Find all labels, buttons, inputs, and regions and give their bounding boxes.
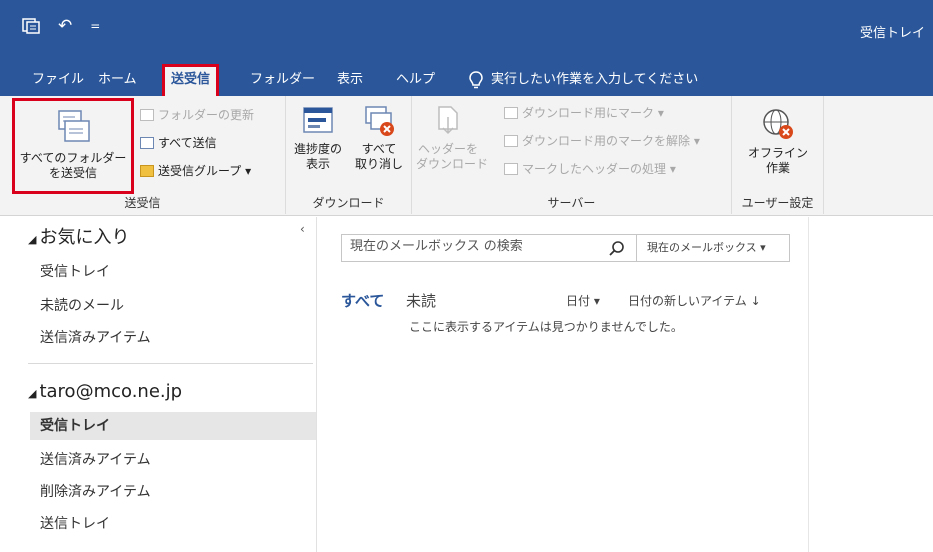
account-item-outbox[interactable]: 送信トレイ [40, 513, 110, 533]
folder-pane: ‹ ◢ お気に入り 受信トレイ 未読のメール 送信済みアイテム ◢ taro@mco… [0, 217, 317, 552]
work-offline-line2: 作業 [765, 161, 790, 175]
group-send-receive: すべてのフォルダー を送受信 フォルダーの更新 すべて送信 送受信グループ ▾ … [0, 96, 286, 214]
group-label-send-receive: 送受信 [124, 196, 161, 210]
ribbon-tabs: ファイル ホーム 送受信 フォルダー 表示 ヘルプ 実行したい作業を入力してくだ… [0, 62, 933, 96]
show-progress-line1: 進捗度の [293, 142, 342, 156]
nav-divider [28, 363, 313, 364]
group-server: ヘッダーを ダウンロード ダウンロード用にマーク ▾ ダウンロード用のマークを解… [412, 96, 732, 214]
unmark-to-download-button[interactable]: ダウンロード用のマークを解除 ▾ [504, 132, 700, 149]
cancel-all-line1: すべて [361, 142, 397, 156]
title-bar: ↶ = 受信トレイ [0, 0, 933, 62]
process-marked-headers-button[interactable]: マークしたヘッダーの処理 ▾ [504, 160, 676, 177]
tab-home[interactable]: ホーム [98, 68, 137, 94]
expand-triangle-icon: ◢ [28, 387, 37, 400]
tab-view[interactable]: 表示 [337, 68, 363, 94]
search-input[interactable] [350, 239, 600, 254]
group-label-download: ダウンロード [312, 196, 385, 210]
group-label-server: サーバー [547, 196, 596, 210]
download-headers-icon [438, 106, 458, 135]
mark-to-download-label: ダウンロード用にマーク ▾ [522, 106, 664, 120]
send-all-icon [140, 136, 154, 149]
tab-help[interactable]: ヘルプ [396, 68, 435, 94]
expand-triangle-icon: ◢ [28, 233, 37, 246]
search-box: 現在のメールボックス ▾ [341, 234, 790, 262]
window-title: 受信トレイ [859, 26, 925, 41]
cancel-all-icon [365, 106, 394, 136]
reading-pane-divider [808, 217, 809, 552]
send-receive-groups-label: 送受信グループ ▾ [158, 164, 252, 178]
download-headers-button[interactable]: ヘッダーを ダウンロード [416, 104, 489, 172]
favorites-item-inbox[interactable]: 受信トレイ [40, 261, 110, 281]
process-marked-icon [504, 162, 518, 175]
group-download: 進捗度の 表示 すべて 取り消し ダウンロード [286, 96, 412, 214]
favorites-header-label: お気に入り [39, 227, 130, 248]
account-item-deleted[interactable]: 削除済みアイテム [40, 481, 151, 501]
account-header-label: taro@mco.ne.jp [39, 381, 183, 402]
send-all-label: すべて送信 [158, 136, 217, 150]
folder-groups-icon [140, 164, 154, 177]
send-receive-all-line1: すべてのフォルダー [19, 151, 127, 165]
search-icon[interactable] [608, 240, 626, 258]
tab-file[interactable]: ファイル [32, 68, 84, 94]
globe-offline-icon [763, 109, 793, 139]
account-header[interactable]: ◢ taro@mco.ne.jp [28, 381, 182, 402]
send-receive-groups-button[interactable]: 送受信グループ ▾ [140, 162, 251, 179]
work-offline-button[interactable]: オフライン 作業 [740, 106, 816, 176]
ribbon: すべてのフォルダー を送受信 フォルダーの更新 すべて送信 送受信グループ ▾ … [0, 96, 933, 216]
mark-to-download-button[interactable]: ダウンロード用にマーク ▾ [504, 104, 664, 121]
send-all-button[interactable]: すべて送信 [140, 134, 217, 151]
tab-folder[interactable]: フォルダー [250, 68, 315, 94]
refresh-icon [140, 108, 154, 121]
group-preferences: オフライン 作業 ユーザー設定 [732, 96, 824, 214]
filter-unread[interactable]: 未読 [406, 290, 436, 311]
download-headers-line2: ダウンロード [416, 157, 489, 171]
group-label-preferences: ユーザー設定 [741, 196, 814, 210]
undo-icon[interactable]: ↶ [58, 16, 72, 36]
work-offline-line1: オフライン [747, 146, 808, 160]
download-headers-line1: ヘッダーを [417, 142, 478, 156]
unmark-download-icon [504, 134, 518, 147]
sort-order-toggle[interactable]: 日付の新しいアイテム ↓ [628, 292, 761, 309]
empty-list-message: ここに表示するアイテムは見つかりませんでした。 [409, 320, 683, 334]
send-receive-all-line2: を送受信 [48, 166, 97, 180]
send-receive-all-icon [58, 110, 90, 142]
show-progress-button[interactable]: 進捗度の 表示 [288, 104, 348, 172]
favorites-item-unread[interactable]: 未読のメール [40, 295, 124, 315]
filter-all[interactable]: すべて [341, 290, 384, 311]
customize-qat-icon[interactable]: = [90, 16, 100, 36]
favorites-header[interactable]: ◢ お気に入り [28, 223, 129, 249]
cancel-all-button[interactable]: すべて 取り消し [350, 104, 408, 172]
update-folder-button[interactable]: フォルダーの更新 [140, 106, 254, 123]
search-scope-dropdown[interactable]: 現在のメールボックス ▾ [636, 235, 790, 261]
mark-download-icon [504, 106, 518, 119]
unmark-to-download-label: ダウンロード用のマークを解除 ▾ [522, 134, 700, 148]
progress-icon [303, 107, 333, 133]
process-marked-label: マークしたヘッダーの処理 ▾ [522, 162, 676, 176]
send-receive-all-folders-button[interactable]: すべてのフォルダー を送受信 [12, 98, 134, 194]
update-folder-label: フォルダーの更新 [158, 108, 255, 122]
send-receive-icon[interactable] [22, 17, 40, 35]
cancel-all-line2: 取り消し [354, 157, 403, 171]
tab-send-receive[interactable]: 送受信 [162, 64, 220, 96]
show-progress-line2: 表示 [305, 157, 330, 171]
tell-me-label: 実行したい作業を入力してください [491, 72, 699, 87]
lightbulb-icon [469, 71, 483, 89]
tell-me-box[interactable]: 実行したい作業を入力してください [469, 68, 698, 92]
collapse-pane-icon[interactable]: ‹ [300, 222, 305, 236]
account-item-inbox[interactable]: 受信トレイ [30, 412, 316, 440]
favorites-item-sent[interactable]: 送信済みアイテム [40, 327, 151, 347]
sort-by-dropdown[interactable]: 日付 ▾ [566, 292, 600, 309]
quick-access-toolbar: ↶ = [22, 16, 100, 36]
account-item-sent[interactable]: 送信済みアイテム [40, 449, 151, 469]
